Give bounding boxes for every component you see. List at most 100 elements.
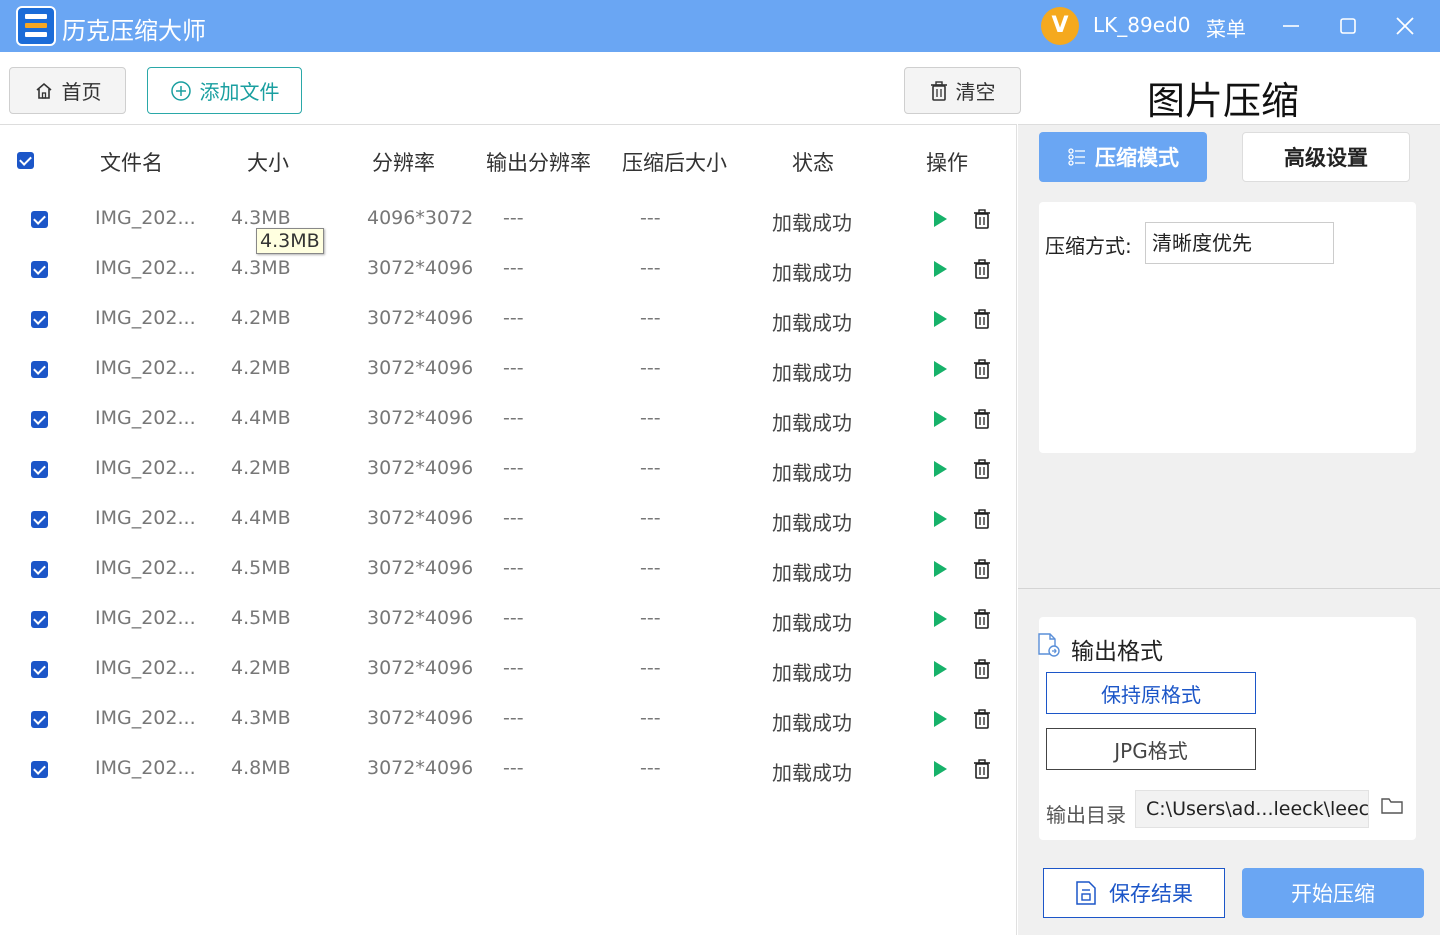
output-resolution: ---: [503, 707, 524, 729]
page-title: 图片压缩: [1147, 79, 1300, 123]
compressed-size: ---: [640, 307, 661, 329]
trash-icon[interactable]: [973, 759, 991, 779]
header-filename[interactable]: 文件名: [100, 147, 163, 177]
header-size[interactable]: 大小: [247, 147, 289, 177]
row-checkbox[interactable]: [31, 661, 48, 678]
row-checkbox[interactable]: [31, 211, 48, 228]
folder-icon[interactable]: [1381, 797, 1403, 815]
row-checkbox[interactable]: [31, 711, 48, 728]
menu-button[interactable]: 菜单: [1206, 13, 1246, 42]
resolution: 3072*4096: [367, 707, 474, 729]
file-name: IMG_202...: [95, 257, 196, 279]
status: 加载成功: [772, 611, 852, 635]
resolution: 3072*4096: [367, 607, 474, 629]
play-icon[interactable]: [934, 511, 947, 527]
file-size: 4.4MB: [231, 407, 291, 429]
status: 加载成功: [772, 461, 852, 485]
file-name: IMG_202...: [95, 557, 196, 579]
file-name: IMG_202...: [95, 457, 196, 479]
start-compress-button[interactable]: 开始压缩: [1242, 868, 1424, 918]
minimize-icon[interactable]: [1275, 10, 1307, 42]
output-resolution: ---: [503, 607, 524, 629]
resolution: 3072*4096: [367, 757, 474, 779]
header-resolution[interactable]: 分辨率: [372, 147, 435, 177]
play-icon[interactable]: [934, 461, 947, 477]
close-icon[interactable]: [1389, 10, 1421, 42]
resolution: 3072*4096: [367, 407, 474, 429]
play-icon[interactable]: [934, 361, 947, 377]
trash-icon[interactable]: [973, 259, 991, 279]
resolution: 3072*4096: [367, 507, 474, 529]
tab-compress-mode[interactable]: 压缩模式: [1039, 132, 1207, 182]
clear-label: 清空: [955, 80, 996, 104]
status: 加载成功: [772, 311, 852, 335]
resolution: 4096*3072: [367, 207, 474, 229]
row-checkbox[interactable]: [31, 311, 48, 328]
file-name: IMG_202...: [95, 357, 196, 379]
row-checkbox[interactable]: [31, 761, 48, 778]
file-size: 4.3MB: [231, 707, 291, 729]
size-tooltip: 4.3MB: [256, 228, 324, 254]
maximize-icon[interactable]: [1332, 10, 1364, 42]
compress-method-select[interactable]: 清晰度优先: [1145, 222, 1334, 264]
row-checkbox[interactable]: [31, 611, 48, 628]
play-icon[interactable]: [934, 761, 947, 777]
output-resolution: ---: [503, 307, 524, 329]
output-resolution: ---: [503, 557, 524, 579]
header-compressed-size[interactable]: 压缩后大小: [622, 147, 727, 177]
jpg-format-button[interactable]: JPG格式: [1046, 728, 1256, 770]
plus-circle-icon: [170, 80, 191, 101]
sliders-icon: [1068, 148, 1085, 166]
output-resolution: ---: [503, 507, 524, 529]
add-file-button[interactable]: 添加文件: [147, 67, 302, 114]
avatar[interactable]: V: [1041, 7, 1079, 45]
output-dir-field[interactable]: C:\Users\ad...leeck\leeck: [1135, 790, 1369, 828]
row-checkbox[interactable]: [31, 511, 48, 528]
play-icon[interactable]: [934, 711, 947, 727]
play-icon[interactable]: [934, 261, 947, 277]
trash-icon[interactable]: [973, 409, 991, 429]
trash-icon[interactable]: [973, 359, 991, 379]
home-button[interactable]: 首页: [9, 67, 126, 114]
resolution: 3072*4096: [367, 257, 474, 279]
output-dir-label: 输出目录: [1046, 803, 1126, 827]
play-icon[interactable]: [934, 211, 947, 227]
row-checkbox[interactable]: [31, 461, 48, 478]
status: 加载成功: [772, 561, 852, 585]
output-resolution: ---: [503, 257, 524, 279]
trash-icon[interactable]: [973, 309, 991, 329]
username[interactable]: LK_89ed0: [1093, 13, 1190, 37]
file-name: IMG_202...: [95, 407, 196, 429]
add-file-label: 添加文件: [199, 80, 280, 104]
resolution: 3072*4096: [367, 307, 474, 329]
file-size: 4.2MB: [231, 307, 291, 329]
row-checkbox[interactable]: [31, 561, 48, 578]
row-checkbox[interactable]: [31, 361, 48, 378]
row-checkbox[interactable]: [31, 411, 48, 428]
trash-icon[interactable]: [973, 659, 991, 679]
save-result-button[interactable]: 保存结果: [1043, 868, 1225, 918]
title-bar: 历克压缩大师 V LK_89ed0 菜单: [0, 0, 1440, 52]
trash-icon[interactable]: [973, 709, 991, 729]
play-icon[interactable]: [934, 611, 947, 627]
trash-icon[interactable]: [973, 559, 991, 579]
clear-button[interactable]: 清空: [904, 67, 1021, 114]
trash-icon[interactable]: [973, 209, 991, 229]
compressed-size: ---: [640, 707, 661, 729]
trash-icon[interactable]: [973, 459, 991, 479]
keep-format-button[interactable]: 保持原格式: [1046, 672, 1256, 714]
trash-icon[interactable]: [973, 509, 991, 529]
resolution: 3072*4096: [367, 557, 474, 579]
output-resolution: ---: [503, 657, 524, 679]
header-output-resolution[interactable]: 输出分辨率: [486, 147, 591, 177]
play-icon[interactable]: [934, 311, 947, 327]
play-icon[interactable]: [934, 411, 947, 427]
output-resolution: ---: [503, 407, 524, 429]
play-icon[interactable]: [934, 661, 947, 677]
row-checkbox[interactable]: [31, 261, 48, 278]
header-actions: 操作: [926, 151, 968, 175]
play-icon[interactable]: [934, 561, 947, 577]
trash-icon[interactable]: [973, 609, 991, 629]
tab-advanced-settings[interactable]: 高级设置: [1242, 132, 1410, 182]
select-all-checkbox[interactable]: [17, 152, 34, 169]
